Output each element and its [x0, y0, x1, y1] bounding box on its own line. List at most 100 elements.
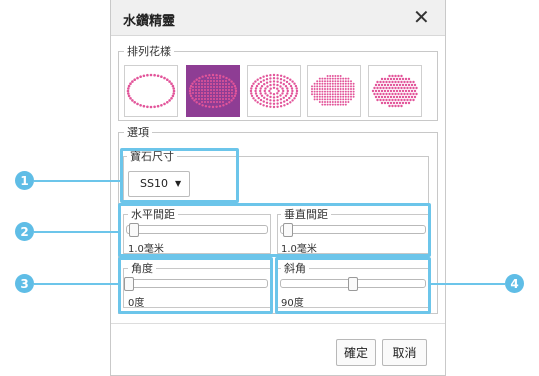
rhinestone-dot — [407, 95, 411, 99]
rhinestone-dot — [388, 80, 391, 84]
pattern-filled-oval-rows[interactable] — [368, 65, 422, 117]
rhinestone-dot — [210, 101, 212, 103]
rhinestone-dot — [395, 89, 399, 93]
callout-1-line — [34, 180, 120, 182]
rhinestone-dot — [329, 88, 332, 90]
pattern-outline-oval[interactable] — [124, 65, 178, 117]
rhinestone-dot — [213, 89, 215, 91]
rhinestone-dot — [210, 95, 212, 97]
pattern-filled-oval-rings[interactable] — [247, 65, 301, 117]
rhinestone-dot — [166, 101, 169, 104]
rhinestone-dot — [401, 89, 405, 93]
rhinestone-dot — [193, 80, 196, 83]
rhinestone-dot — [400, 74, 403, 78]
rhinestone-dot — [352, 82, 355, 85]
rhinestone-dot — [337, 75, 339, 77]
rhinestone-dot — [279, 81, 283, 84]
rhinestone-dot — [398, 89, 402, 93]
cancel-button[interactable]: 取消 — [382, 339, 427, 366]
rhinestone-dot — [262, 79, 265, 82]
rhinestone-dot — [342, 93, 345, 96]
rhinestone-dot — [329, 80, 332, 83]
rhinestone-dot — [228, 101, 231, 104]
rhinestone-dot — [269, 99, 272, 102]
rhinestone-dot — [276, 102, 279, 105]
rhinestone-dot — [195, 89, 197, 91]
rhinestone-dot — [388, 98, 391, 102]
rhinestone-dot — [407, 89, 411, 93]
rhinestone-dot — [256, 101, 259, 104]
rhinestone-dot — [265, 78, 269, 81]
pattern-filled-oval-dense[interactable] — [307, 65, 361, 117]
rhinestone-dot — [210, 80, 212, 82]
rhinestone-dot — [415, 86, 418, 90]
pattern-filled-oval-grid[interactable] — [186, 65, 240, 117]
rhinestone-dot — [392, 77, 396, 81]
rhinestone-dot — [204, 105, 208, 108]
rhinestone-dot — [198, 98, 200, 100]
rhinestone-dot — [127, 87, 130, 90]
rhinestone-dot — [201, 89, 203, 91]
rhinestone-dot — [213, 95, 215, 97]
rhinestone-dot — [264, 87, 267, 90]
rhinestone-dot — [394, 104, 397, 108]
rhinestone-dot — [216, 95, 218, 97]
rhinestone-dot — [286, 92, 289, 95]
ok-button[interactable]: 確定 — [336, 339, 376, 366]
rhinestone-dot — [385, 98, 388, 102]
rhinestone-dot — [337, 101, 339, 103]
rhinestone-dot — [410, 95, 414, 99]
rhinestone-dot — [213, 86, 215, 88]
rhinestone-dot — [218, 74, 222, 77]
rhinestone-dot — [380, 77, 384, 81]
rhinestone-dot — [257, 82, 260, 86]
rhinestone-dot — [413, 95, 417, 99]
rhinestone-dot — [281, 87, 284, 90]
rhinestone-dot — [272, 83, 276, 86]
rhinestone-dot — [318, 77, 321, 80]
rhinestone-dot — [219, 98, 221, 100]
rhinestone-dot — [342, 82, 345, 85]
rhinestone-dot — [391, 86, 394, 90]
rhinestone-dot — [272, 102, 276, 105]
rhinestone-dot — [255, 84, 259, 88]
rhinestone-dot — [344, 95, 347, 98]
rhinestone-dot — [324, 85, 326, 88]
rhinestone-dot — [269, 77, 272, 80]
rhinestone-dot — [276, 80, 279, 83]
rhinestone-dot — [276, 77, 279, 80]
rhinestone-dot — [250, 92, 253, 95]
rhinestone-dot — [347, 101, 350, 103]
rhinestone-dot — [189, 94, 193, 98]
rhinestone-dot — [403, 92, 406, 96]
rhinestone-dot — [204, 95, 206, 97]
rhinestone-dot — [207, 89, 209, 91]
rhinestone-dot — [160, 75, 163, 78]
rhinestone-dot — [276, 74, 279, 77]
rhinestone-dot — [397, 104, 400, 108]
rhinestone-dot — [279, 94, 282, 97]
rhinestone-dot — [347, 93, 350, 96]
rhinestone-dot — [259, 98, 263, 102]
rhinestone-dot — [397, 74, 400, 78]
rhinestone-dot — [215, 105, 218, 108]
rhinestone-dot — [347, 88, 350, 90]
rhinestone-dot — [216, 77, 218, 79]
callout-1-highlight — [120, 148, 239, 203]
rhinestone-dot — [400, 92, 403, 96]
rhinestone-dot — [233, 84, 237, 88]
rhinestone-dot — [342, 98, 345, 101]
rhinestone-dot — [350, 80, 352, 83]
rhinestone-dot — [289, 101, 292, 104]
rhinestone-dot — [295, 89, 299, 93]
rhinestone-dot — [172, 89, 176, 93]
rhinestone-dot — [409, 86, 412, 90]
close-icon[interactable]: ✕ — [413, 6, 430, 28]
rhinestone-dot — [170, 82, 173, 85]
rhinestone-dot — [344, 103, 347, 106]
rhinestone-dot — [216, 101, 218, 103]
rhinestone-dot — [386, 95, 390, 99]
rhinestone-dot — [344, 93, 347, 96]
rhinestone-dot — [313, 95, 316, 98]
rhinestone-dot — [389, 83, 393, 87]
